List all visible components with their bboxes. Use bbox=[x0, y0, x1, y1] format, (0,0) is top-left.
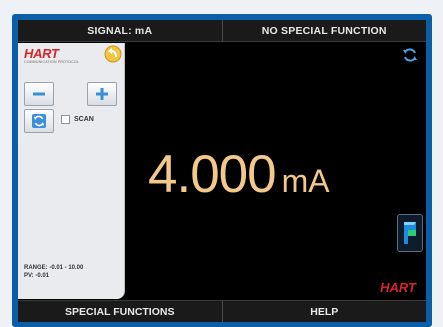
range-text: RANGE: -0.01 - 10.00 bbox=[24, 265, 84, 271]
top-bar: SIGNAL: mA NO SPECIAL FUNCTION bbox=[18, 20, 426, 42]
reading-unit: mA bbox=[281, 163, 330, 199]
control-panel: HART COMMUNICATION PROTOCOL SCAN RANGE: … bbox=[18, 43, 125, 299]
minus-icon bbox=[33, 92, 45, 96]
hart-logo-subtext: COMMUNICATION PROTOCOL bbox=[24, 60, 80, 64]
signal-label[interactable]: SIGNAL: mA bbox=[18, 20, 222, 41]
device-screen: SIGNAL: mA NO SPECIAL FUNCTION HART COMM… bbox=[18, 20, 426, 322]
app-launcher-button[interactable] bbox=[397, 214, 423, 252]
hart-logo-text: HART bbox=[24, 46, 59, 61]
pv-text: PV: -0.01 bbox=[24, 273, 50, 279]
app-launcher-icon bbox=[404, 222, 416, 244]
refresh-button[interactable] bbox=[24, 109, 54, 133]
scan-label: SCAN bbox=[74, 116, 94, 123]
plus-icon bbox=[96, 88, 108, 100]
range-info: RANGE: -0.01 - 10.00 PV: -0.01 bbox=[24, 264, 83, 280]
screenshot-frame: SIGNAL: mA NO SPECIAL FUNCTION HART COMM… bbox=[0, 0, 443, 327]
primary-reading: 4.000 mA bbox=[148, 144, 330, 204]
refresh-icon bbox=[32, 114, 46, 128]
back-arrow-icon[interactable] bbox=[104, 45, 122, 63]
special-functions-button[interactable]: SPECIAL FUNCTIONS bbox=[18, 301, 222, 322]
scan-checkbox[interactable] bbox=[61, 115, 70, 124]
hart-logo: HART COMMUNICATION PROTOCOL bbox=[24, 46, 84, 68]
special-function-status[interactable]: NO SPECIAL FUNCTION bbox=[221, 20, 427, 41]
hart-brand-logo: HART bbox=[380, 280, 416, 295]
reading-value: 4.000 bbox=[148, 145, 277, 204]
increase-button[interactable] bbox=[87, 82, 117, 106]
help-button[interactable]: HELP bbox=[221, 301, 427, 322]
decrease-button[interactable] bbox=[24, 82, 54, 106]
scan-option[interactable]: SCAN bbox=[61, 115, 94, 124]
refresh-icon[interactable] bbox=[402, 47, 418, 63]
bottom-bar: SPECIAL FUNCTIONS HELP bbox=[18, 300, 426, 322]
